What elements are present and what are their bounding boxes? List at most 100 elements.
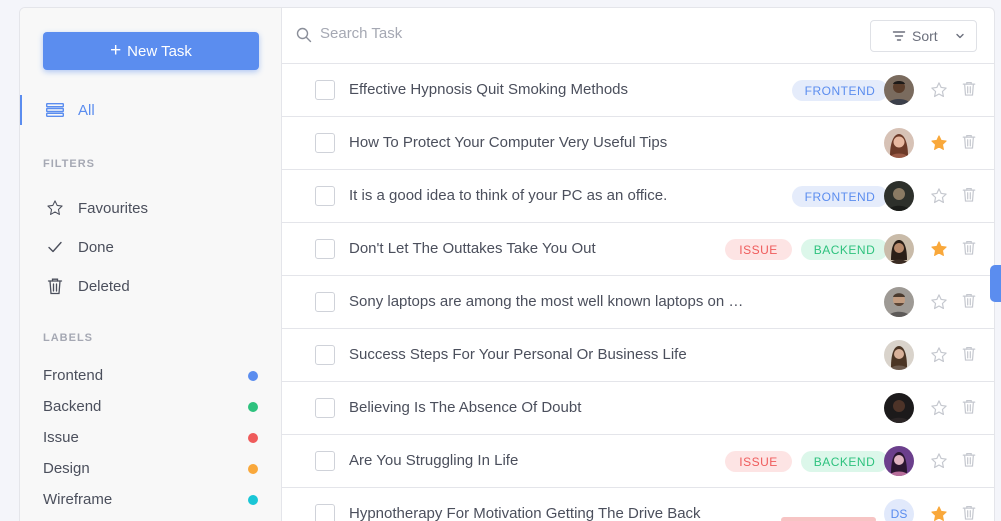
label-color-dot — [248, 401, 258, 412]
task-checkbox[interactable] — [315, 80, 335, 100]
avatar[interactable] — [884, 181, 914, 211]
task-checkbox[interactable] — [315, 345, 335, 365]
star-outline-icon[interactable] — [930, 346, 948, 364]
task-checkbox[interactable] — [315, 186, 335, 206]
task-checkbox[interactable] — [315, 398, 335, 418]
trash-icon[interactable] — [962, 345, 976, 362]
task-tags: ISSUE BACKEND — [725, 451, 888, 472]
sort-button[interactable]: Sort — [870, 20, 977, 52]
star-outline-icon[interactable] — [930, 187, 948, 205]
avatar[interactable] — [884, 393, 914, 423]
label-name: Design — [43, 460, 90, 477]
tag-frontend[interactable]: FRONTEND — [792, 80, 888, 101]
task-checkbox[interactable] — [315, 133, 335, 153]
sidebar-item-favourites[interactable]: Favourites — [46, 199, 148, 217]
task-row[interactable]: How To Protect Your Computer Very Useful… — [282, 117, 994, 170]
trash-icon[interactable] — [962, 186, 976, 203]
sidebar-item-label: Done — [78, 238, 114, 256]
task-row[interactable]: Are You Struggling In Life ISSUE BACKEND — [282, 435, 994, 488]
avatar[interactable] — [884, 340, 914, 370]
task-title[interactable]: Success Steps For Your Personal Or Busin… — [349, 346, 687, 363]
label-item-issue[interactable]: Issue — [43, 429, 258, 446]
sidebar-item-label: Favourites — [78, 199, 149, 217]
task-title[interactable]: It is a good idea to think of your PC as… — [349, 187, 667, 204]
task-title[interactable]: Sony laptops are among the most well kno… — [349, 293, 743, 310]
partial-toast — [781, 517, 876, 521]
chevron-down-icon — [955, 31, 965, 41]
task-row[interactable]: Believing Is The Absence Of Doubt — [282, 382, 994, 435]
avatar[interactable]: DS — [884, 499, 914, 521]
star-outline-icon[interactable] — [930, 81, 948, 99]
task-row[interactable]: It is a good idea to think of your PC as… — [282, 170, 994, 223]
avatar[interactable] — [884, 75, 914, 105]
star-outline-icon[interactable] — [930, 293, 948, 311]
task-title[interactable]: Hypnotherapy For Motivation Getting The … — [349, 505, 701, 521]
label-item-wireframe[interactable]: Wireframe — [43, 491, 258, 508]
search-bar: Sort — [282, 8, 994, 64]
task-checkbox[interactable] — [315, 504, 335, 521]
task-row[interactable]: Effective Hypnosis Quit Smoking Methods … — [282, 64, 994, 117]
avatar[interactable] — [884, 234, 914, 264]
task-row[interactable]: Sony laptops are among the most well kno… — [282, 276, 994, 329]
labels-heading: LABELS — [43, 332, 93, 344]
star-outline-icon[interactable] — [930, 452, 948, 470]
task-title[interactable]: How To Protect Your Computer Very Useful… — [349, 134, 667, 151]
tag-backend[interactable]: BACKEND — [801, 239, 888, 260]
tag-backend[interactable]: BACKEND — [801, 451, 888, 472]
trash-icon[interactable] — [962, 80, 976, 97]
task-list: Effective Hypnosis Quit Smoking Methods … — [282, 64, 994, 521]
filters-heading: FILTERS — [43, 158, 96, 170]
trash-icon[interactable] — [962, 451, 976, 468]
task-title[interactable]: Don't Let The Outtakes Take You Out — [349, 240, 596, 257]
task-row[interactable]: Success Steps For Your Personal Or Busin… — [282, 329, 994, 382]
avatar[interactable] — [884, 128, 914, 158]
label-name: Frontend — [43, 367, 104, 384]
list-icon — [46, 103, 64, 117]
new-task-button[interactable]: + New Task — [43, 32, 259, 70]
avatar[interactable] — [884, 446, 914, 476]
tag-issue[interactable]: ISSUE — [725, 239, 792, 260]
star-filled-icon[interactable] — [930, 505, 948, 521]
task-row[interactable]: Don't Let The Outtakes Take You Out ISSU… — [282, 223, 994, 276]
task-title[interactable]: Effective Hypnosis Quit Smoking Methods — [349, 81, 628, 98]
task-main: Sort Effective Hypnosis Quit Smoking Met… — [282, 8, 994, 521]
task-tags: FRONTEND — [792, 186, 888, 207]
sidebar-item-label: All — [78, 101, 95, 119]
star-outline-icon[interactable] — [930, 399, 948, 417]
search-icon — [296, 27, 312, 48]
customizer-toggle-handle[interactable] — [990, 265, 1001, 302]
label-item-backend[interactable]: Backend — [43, 398, 258, 415]
sidebar-item-label: Deleted — [78, 277, 130, 295]
filter-lines-icon — [892, 30, 906, 42]
label-color-dot — [248, 463, 258, 474]
plus-icon: + — [110, 39, 122, 61]
new-task-label: New Task — [127, 42, 192, 60]
tag-issue[interactable]: ISSUE — [725, 451, 792, 472]
sidebar-item-done[interactable]: Done — [46, 238, 114, 256]
star-filled-icon[interactable] — [930, 240, 948, 258]
task-row[interactable]: Hypnotherapy For Motivation Getting The … — [282, 488, 994, 521]
label-name: Issue — [43, 429, 79, 446]
sort-label: Sort — [912, 28, 938, 44]
trash-icon[interactable] — [962, 398, 976, 415]
avatar[interactable] — [884, 287, 914, 317]
trash-icon — [46, 277, 64, 295]
trash-icon[interactable] — [962, 133, 976, 150]
tag-frontend[interactable]: FRONTEND — [792, 186, 888, 207]
star-filled-icon[interactable] — [930, 134, 948, 152]
label-item-frontend[interactable]: Frontend — [43, 367, 258, 384]
sidebar-item-all[interactable]: All — [20, 94, 281, 126]
label-name: Wireframe — [43, 491, 113, 508]
task-checkbox[interactable] — [315, 292, 335, 312]
task-title[interactable]: Believing Is The Absence Of Doubt — [349, 399, 581, 416]
task-title[interactable]: Are You Struggling In Life — [349, 452, 518, 469]
task-checkbox[interactable] — [315, 239, 335, 259]
label-color-dot — [248, 370, 258, 381]
trash-icon[interactable] — [962, 504, 976, 521]
label-item-design[interactable]: Design — [43, 460, 258, 477]
sidebar-item-deleted[interactable]: Deleted — [46, 277, 130, 295]
trash-icon[interactable] — [962, 239, 976, 256]
trash-icon[interactable] — [962, 292, 976, 309]
search-input[interactable] — [320, 25, 720, 42]
task-checkbox[interactable] — [315, 451, 335, 471]
